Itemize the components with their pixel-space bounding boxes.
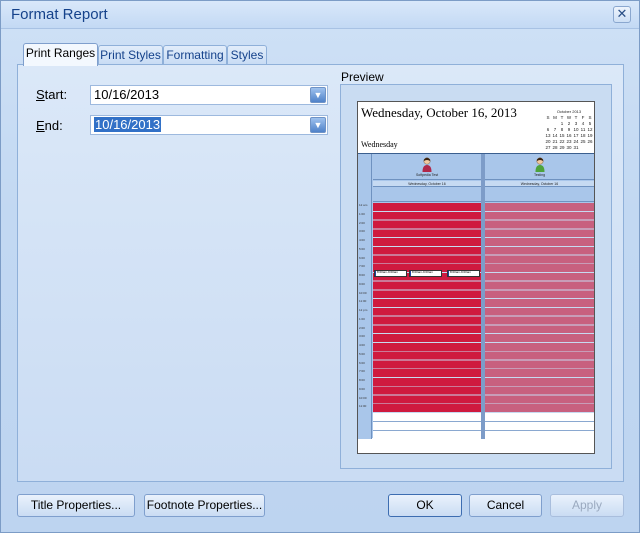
footer-rows: [485, 413, 594, 439]
mini-calendar-cell: 29: [559, 145, 565, 150]
footnote-properties-button[interactable]: Footnote Properties...: [144, 494, 265, 517]
time-slots: [373, 203, 481, 413]
preview-label: Preview: [341, 70, 384, 84]
resource-column: Testing Wednesday, October 16: [485, 154, 594, 439]
mini-calendar-title: October 2013: [556, 109, 582, 114]
preview-heading-date: Wednesday, October 16, 2013: [361, 105, 517, 120]
start-date-combo[interactable]: 10/16/2013 ▼: [90, 85, 328, 105]
mini-calendar-week: 27 28 29 30 31: [545, 145, 593, 151]
all-day-row: [485, 188, 594, 202]
time-label: 4:00: [359, 238, 365, 242]
time-label: 10:00: [359, 290, 367, 295]
resource-name: Softpedia Test: [415, 173, 439, 177]
start-dropdown-button[interactable]: ▼: [310, 87, 326, 103]
time-label: 11:00: [359, 299, 367, 304]
chevron-down-icon: ▼: [313, 90, 323, 100]
time-label: 7:00: [359, 264, 365, 269]
time-label: 6:00: [359, 255, 365, 260]
tab-print-styles[interactable]: Print Styles: [98, 45, 163, 65]
time-label: 1:00: [359, 211, 365, 216]
resource-column: Softpedia Test Wednesday, October 16: [373, 154, 481, 439]
time-label: 9:00: [359, 281, 365, 286]
mini-calendar-cell: [587, 145, 593, 151]
time-label: 3:00: [359, 229, 365, 234]
time-label: 6:00: [359, 360, 365, 365]
preview-heading-day: Wednesday: [361, 140, 398, 149]
resource-day-label: Wednesday, October 16: [373, 181, 481, 187]
end-label: End:: [36, 118, 63, 133]
time-label: 8:00: [359, 273, 365, 277]
time-column: 12 am 1:00 2:00 3:00 4:00 5:00 6:00 7:00 8:00 9:0…: [358, 154, 372, 439]
person-icon: [535, 157, 544, 172]
mini-calendar-cell: 28: [552, 145, 558, 150]
mini-calendar-cell: 31: [573, 145, 579, 150]
time-label: 7:00: [359, 369, 365, 374]
tab-formatting[interactable]: Formatting: [163, 45, 227, 65]
close-button[interactable]: ✕: [613, 6, 631, 23]
time-label: 5:00: [359, 246, 365, 251]
tab-styles[interactable]: Styles: [227, 45, 267, 65]
time-label: 1:00: [359, 316, 365, 321]
resource-name: Testing: [533, 173, 546, 177]
chevron-down-icon: ▼: [313, 120, 323, 130]
time-label: 3:00: [359, 334, 365, 339]
title-properties-button[interactable]: Title Properties...: [17, 494, 135, 517]
column-separator: [481, 154, 485, 439]
appointment: 8:00am-9:00am: [409, 270, 442, 277]
time-label: 12 pm: [359, 308, 368, 312]
time-label: 9:00: [359, 386, 365, 391]
start-label: Start:: [36, 87, 68, 102]
footer-rows: [373, 413, 481, 439]
format-report-dialog: Format Report ✕ Print Ranges Print Style…: [0, 0, 640, 533]
start-date-value: 10/16/2013: [94, 87, 160, 102]
time-slots: [485, 203, 594, 413]
appointment: 8:00am-9:00am: [447, 270, 480, 277]
tab-print-ranges[interactable]: Print Ranges: [23, 43, 98, 66]
time-label: 10:00: [359, 395, 367, 400]
title-bar: Format Report ✕: [1, 1, 639, 29]
print-ranges-panel: Start: 10/16/2013 ▼ End: 10/16/2013 ▼ Pr…: [17, 64, 624, 482]
time-label: 8:00: [359, 378, 365, 382]
preview-page: Wednesday, October 16, 2013 Wednesday Oc…: [357, 101, 595, 454]
time-label: 4:00: [359, 343, 365, 347]
mini-calendar: October 2013 S M T W T F S 1 2 3 4 5 6 7 8 9 10 11 12 13 14 1…: [545, 109, 593, 151]
end-dropdown-button[interactable]: ▼: [310, 117, 326, 133]
ok-button[interactable]: OK: [388, 494, 462, 517]
time-label: 11:00: [359, 404, 367, 409]
cancel-button[interactable]: Cancel: [469, 494, 542, 517]
close-icon: ✕: [616, 6, 628, 21]
time-label: 2:00: [359, 325, 365, 330]
resource-day-label: Wednesday, October 16: [485, 181, 594, 187]
appointment: 8:00am-9:00am: [374, 270, 407, 277]
resource-header: Testing: [485, 154, 594, 180]
time-label: 5:00: [359, 351, 365, 356]
schedule-grid: 12 am 1:00 2:00 3:00 4:00 5:00 6:00 7:00 8:00 9:0…: [358, 153, 594, 439]
mini-calendar-cell: [580, 145, 586, 151]
resource-header: Softpedia Test: [373, 154, 481, 180]
time-label: 12 am: [359, 203, 368, 207]
end-date-combo[interactable]: 10/16/2013 ▼: [90, 115, 328, 135]
all-day-row: [373, 188, 481, 202]
mini-calendar-cell: 30: [566, 145, 572, 150]
apply-button[interactable]: Apply: [550, 494, 624, 517]
window-title: Format Report: [11, 6, 108, 23]
end-date-value: 10/16/2013: [94, 117, 162, 132]
mini-calendar-cell: 27: [545, 145, 551, 150]
time-label: 2:00: [359, 220, 365, 225]
person-icon: [422, 157, 432, 172]
preview-frame: Wednesday, October 16, 2013 Wednesday Oc…: [340, 84, 612, 469]
